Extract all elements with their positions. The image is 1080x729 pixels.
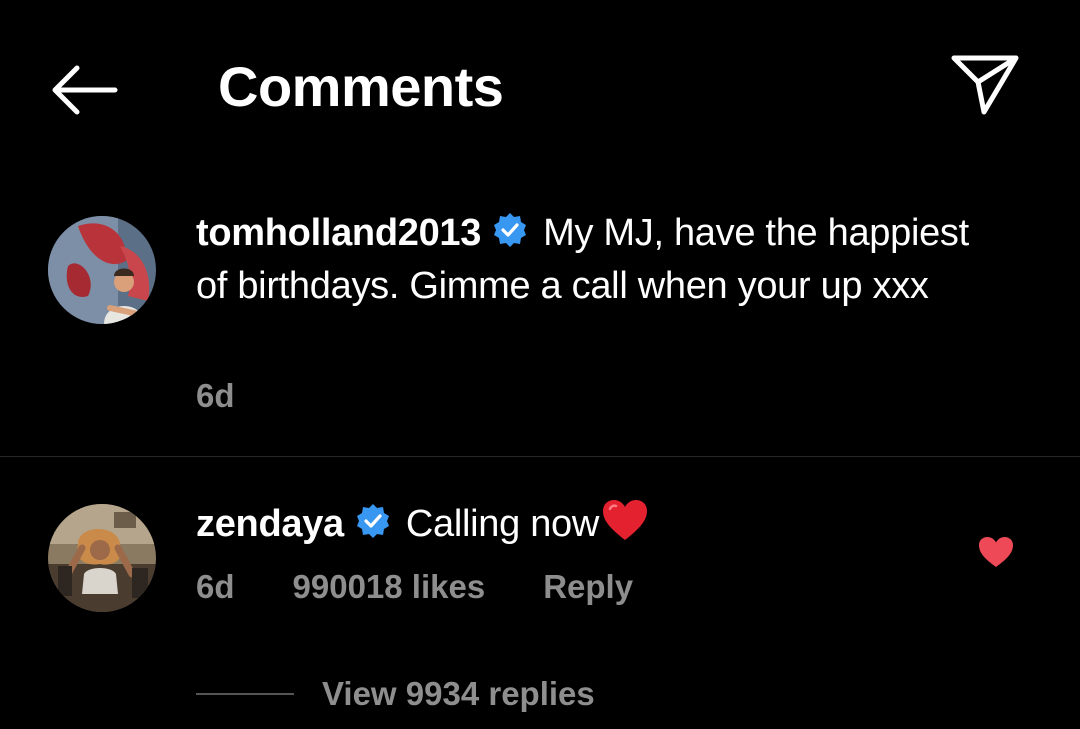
- page-title: Comments: [218, 55, 504, 118]
- comment-meta: 6d 990018 likes Reply: [196, 568, 633, 606]
- verified-badge-icon: [354, 502, 392, 553]
- comment-like-count[interactable]: 990018 likes: [293, 568, 486, 605]
- red-heart-emoji-icon: [601, 498, 649, 555]
- comment-body: Calling now: [405, 503, 599, 545]
- top-bar: Comments: [0, 0, 1080, 180]
- profile-photo-zendaya: [48, 504, 156, 612]
- arrow-left-icon: [52, 65, 118, 115]
- paper-plane-icon: [951, 55, 1019, 115]
- caption-timestamp: 6d: [196, 377, 235, 414]
- post-caption: tomholland2013 My MJ, have the happiest …: [0, 195, 1080, 455]
- share-button[interactable]: [940, 42, 1030, 126]
- heart-filled-icon: [979, 537, 1013, 567]
- view-replies-label: View 9934 replies: [322, 675, 595, 712]
- comment-timestamp: 6d: [196, 568, 235, 605]
- avatar[interactable]: [48, 504, 156, 612]
- divider: [0, 456, 1080, 457]
- comment-text-block: zendaya Calling now: [196, 498, 649, 555]
- view-replies-link[interactable]: View 9934 replies: [196, 675, 595, 713]
- comment-item: zendaya Calling now 6d 990018 likes Reply …: [0, 490, 1080, 729]
- like-button[interactable]: [972, 530, 1020, 574]
- back-button[interactable]: [40, 50, 126, 130]
- replies-line-divider: [196, 693, 294, 695]
- profile-photo-tomholland2013: [48, 216, 156, 324]
- caption-text-block: tomholland2013 My MJ, have the happiest …: [196, 209, 996, 311]
- verified-badge-icon: [491, 211, 529, 262]
- comment-username[interactable]: zendaya: [196, 503, 344, 545]
- avatar[interactable]: [48, 216, 156, 324]
- caption-username[interactable]: tomholland2013: [196, 212, 481, 254]
- reply-button[interactable]: Reply: [543, 568, 633, 605]
